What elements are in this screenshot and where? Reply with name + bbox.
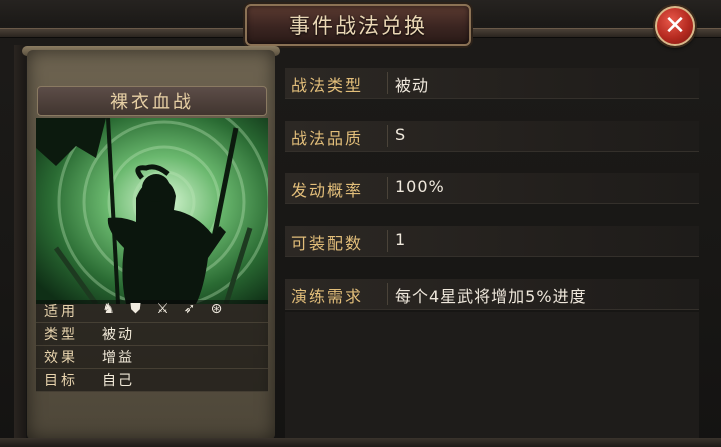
- detail-divider: [387, 72, 388, 94]
- attribute-label: 目标: [44, 373, 78, 389]
- footer-rail: [0, 438, 721, 447]
- close-button[interactable]: ✕: [655, 6, 695, 46]
- detail-value: S: [395, 125, 407, 144]
- shield-icon: ⛊: [130, 301, 141, 317]
- skill-attribute-table: 适用 ♞ ⛊ ⚔ ➶ ⊛ 类型 被动 效果 增益 目标 自己: [36, 300, 268, 392]
- skill-name: 裸衣血战: [110, 92, 194, 113]
- spear-icon: ➶: [183, 301, 196, 317]
- attribute-row-effect: 效果 增益: [36, 346, 268, 369]
- detail-row-trigger-rate: 发动概率 100%: [285, 173, 699, 204]
- detail-row-equip-count: 可装配数 1: [285, 226, 699, 257]
- attribute-label: 适用: [44, 304, 78, 320]
- detail-row-skill-type: 战法类型 被动: [285, 68, 699, 99]
- attribute-label: 类型: [44, 327, 78, 343]
- crossbow-icon: ⊛: [210, 301, 223, 317]
- left-frame-edge: [14, 45, 26, 447]
- detail-label: 战法类型: [291, 76, 364, 95]
- detail-panel-empty-area: [285, 312, 699, 438]
- detail-value: 100%: [395, 177, 445, 196]
- attribute-label: 效果: [44, 350, 78, 366]
- detail-row-training-requirement: 演练需求 每个4星武将增加5%进度: [285, 279, 699, 310]
- detail-label: 发动概率: [291, 181, 364, 200]
- attribute-row-type: 类型 被动: [36, 323, 268, 346]
- detail-divider: [387, 125, 388, 147]
- detail-label: 战法品质: [291, 129, 364, 148]
- detail-label: 演练需求: [291, 287, 364, 306]
- detail-value: 1: [395, 230, 407, 249]
- skill-artwork: [36, 118, 268, 304]
- cavalry-icon: ♞: [102, 301, 115, 317]
- attribute-value: 增益: [102, 350, 134, 366]
- crossed-swords-icon: ⚔: [156, 301, 169, 317]
- detail-divider: [387, 230, 388, 252]
- detail-label: 可装配数: [291, 234, 364, 253]
- window-title-plate: 事件战法兑换: [245, 4, 471, 46]
- detail-row-skill-quality: 战法品质 S: [285, 121, 699, 152]
- attribute-row-applicable: 适用 ♞ ⛊ ⚔ ➶ ⊛: [36, 300, 268, 323]
- window-title: 事件战法兑换: [289, 14, 427, 38]
- skill-name-plate: 裸衣血战: [37, 86, 267, 116]
- detail-value: 每个4星武将增加5%进度: [395, 287, 587, 306]
- attribute-value: 被动: [102, 327, 134, 343]
- warrior-silhouette-image: [36, 118, 268, 304]
- attribute-value: 自己: [102, 373, 134, 389]
- attribute-row-target: 目标 自己: [36, 369, 268, 392]
- detail-value: 被动: [395, 76, 430, 95]
- detail-divider: [387, 177, 388, 199]
- applicable-unit-icons: ♞ ⛊ ⚔ ➶ ⊛: [100, 301, 225, 318]
- detail-divider: [387, 283, 388, 305]
- close-icon: ✕: [664, 11, 686, 41]
